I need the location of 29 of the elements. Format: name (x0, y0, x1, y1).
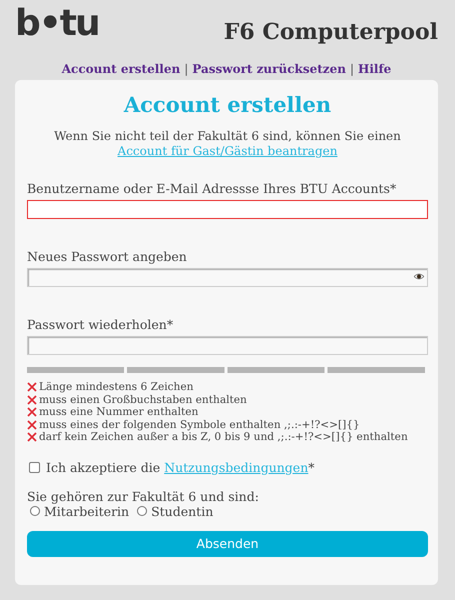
requirement-text: darf kein Zeichen außer a bis Z, 0 bis 9 und ,;.:-+!?<>[]{} enthalten (39, 431, 408, 444)
field-label: Neues Passwort angeben (27, 249, 188, 264)
input-field[interactable] (27, 268, 428, 287)
terms-checkbox[interactable] (29, 462, 40, 472)
input-field[interactable] (27, 336, 428, 355)
role-question: Sie gehören zur Fakultät 6 und sind: (27, 488, 260, 504)
field-label: Passwort wiederholen* (27, 317, 174, 332)
field-label: Benutzername oder E-Mail Adressse Ihres BTU Accounts* (27, 181, 398, 196)
requirement-text: muss eine Nummer enthalten (39, 406, 198, 418)
radio-label: Mitarbeiterin (44, 504, 130, 518)
intro-text: Wenn Sie nicht teil der Fakultät 6 sind, können Sie einen (54, 129, 401, 144)
eye-icon[interactable] (414, 273, 424, 280)
requirement-text: muss eines der folgenden Symbole enthalten ,;.:-+!?<>[]{} (39, 418, 360, 431)
nav-link[interactable]: Passwort zurücksetzen (192, 62, 346, 76)
nav-separator: | (350, 62, 354, 76)
site-title: F6 Computerpool (224, 19, 438, 45)
requirement-text: muss einen Großbuchstaben enthalten (39, 394, 247, 406)
nav-link[interactable]: Account erstellen (62, 62, 180, 76)
nav-separator: | (184, 62, 188, 76)
requirement-text: Länge mindestens 6 Zeichen (39, 381, 194, 394)
radio-button[interactable] (137, 506, 148, 516)
logo: b•tu (15, 2, 99, 46)
terms-text: Ich akzeptiere die (46, 460, 160, 474)
input-field[interactable] (27, 200, 428, 219)
radio-label: Studentin (151, 504, 214, 518)
form-title: Account erstellen (122, 92, 332, 117)
nav-link[interactable]: Hilfe (358, 62, 392, 76)
radio-button[interactable] (30, 506, 40, 516)
required-mark: * (308, 460, 315, 474)
